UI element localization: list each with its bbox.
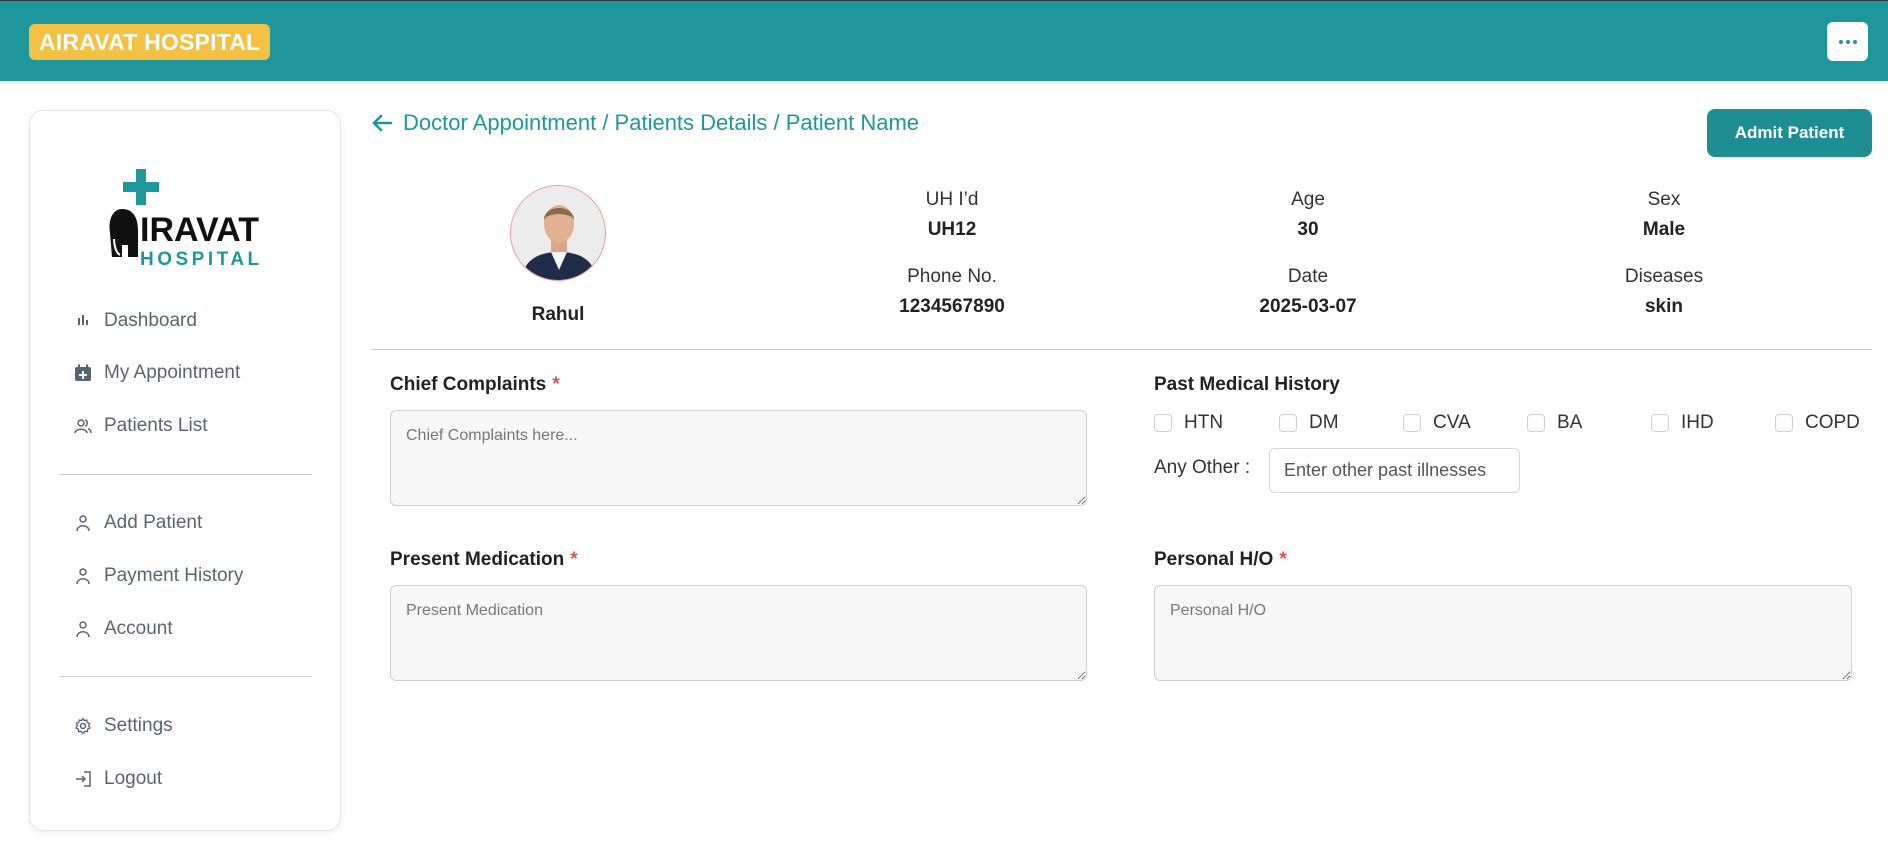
present-medication-label: Present Medication *	[390, 549, 578, 571]
personal-ho-label: Personal H/O *	[1154, 549, 1287, 571]
calendar-plus-icon	[75, 364, 91, 381]
info-value: Male	[1642, 219, 1686, 240]
logo-cross-h	[123, 182, 159, 192]
user-icon	[76, 515, 90, 532]
breadcrumb: Doctor Appointment / Patients Details / …	[371, 110, 919, 136]
checkbox-box[interactable]	[1279, 414, 1297, 432]
checkbox-label: CVA	[1433, 412, 1471, 433]
sidebar-item-payment-history[interactable]: Payment History	[74, 561, 243, 591]
checkbox-ba[interactable]: BA	[1527, 412, 1582, 434]
sidebar: IRAVAT HOSPITAL Dashboard My Appointment…	[29, 110, 341, 831]
sidebar-item-my-appointment[interactable]: My Appointment	[74, 358, 240, 388]
checkbox-label: IHD	[1681, 412, 1714, 433]
checkbox-cva[interactable]: CVA	[1403, 412, 1471, 434]
gear-icon	[75, 717, 91, 735]
checkbox-dm[interactable]: DM	[1279, 412, 1339, 434]
present-medication-textarea[interactable]	[390, 585, 1087, 681]
required-mark: *	[570, 549, 578, 570]
required-mark: *	[1279, 549, 1287, 570]
sidebar-item-label: Settings	[104, 715, 173, 736]
airavat-logo[interactable]: IRAVAT HOSPITAL	[108, 169, 268, 279]
checkbox-copd[interactable]: COPD	[1775, 412, 1860, 434]
info-label: Sex	[1647, 189, 1681, 210]
any-other-label: Any Other :	[1154, 457, 1251, 478]
checkbox-box[interactable]	[1651, 414, 1669, 432]
brand-badge[interactable]: AIRAVAT HOSPITAL	[29, 24, 271, 60]
ellipsis-icon	[1838, 39, 1843, 44]
sidebar-item-add-patient[interactable]: Add Patient	[74, 508, 202, 538]
info-age: Age 30	[1198, 189, 1418, 241]
checkbox-box[interactable]	[1775, 414, 1793, 432]
sidebar-item-logout[interactable]: Logout	[74, 764, 162, 794]
sidebar-item-account[interactable]: Account	[74, 614, 173, 644]
field-label-text: Personal H/O	[1154, 549, 1274, 570]
arrow-left-icon[interactable]	[371, 112, 393, 134]
info-phone: Phone No. 1234567890	[842, 266, 1062, 318]
chief-complaints-label: Chief Complaints *	[390, 374, 560, 396]
logo-text-line2: HOSPITAL	[140, 249, 263, 270]
checkbox-box[interactable]	[1154, 414, 1172, 432]
top-bar: AIRAVAT HOSPITAL	[0, 0, 1888, 81]
checkbox-label: BA	[1557, 412, 1583, 433]
user-icon	[76, 621, 90, 638]
field-label-text: Chief Complaints	[390, 374, 547, 395]
chief-complaints-textarea[interactable]	[390, 410, 1087, 506]
info-value: UH12	[927, 219, 977, 240]
users-icon	[74, 419, 92, 434]
info-date: Date 2025-03-07	[1198, 266, 1418, 318]
checkbox-box[interactable]	[1527, 414, 1545, 432]
required-mark: *	[552, 374, 560, 395]
checkbox-label: HTN	[1184, 412, 1224, 433]
user-icon	[76, 568, 90, 585]
bar-chart-icon	[78, 315, 88, 325]
field-label-text: Present Medication	[390, 549, 565, 570]
ellipsis-icon-dot	[1845, 39, 1850, 44]
checkbox-label: COPD	[1805, 412, 1860, 433]
sidebar-item-label: Dashboard	[104, 310, 197, 331]
personal-ho-textarea[interactable]	[1154, 585, 1852, 681]
logout-icon	[76, 771, 91, 787]
past-medical-history-label: Past Medical History	[1154, 374, 1340, 395]
info-label: Date	[1287, 266, 1329, 287]
patient-avatar	[510, 185, 606, 281]
logo-elephant	[109, 209, 138, 257]
breadcrumb-text[interactable]: Doctor Appointment / Patients Details / …	[403, 110, 919, 136]
sidebar-item-label: Payment History	[104, 565, 244, 586]
sidebar-item-label: Account	[104, 618, 173, 639]
patient-name: Rahul	[531, 304, 585, 325]
sidebar-item-label: Logout	[104, 768, 163, 789]
more-options-button[interactable]	[1827, 22, 1868, 61]
section-divider	[371, 349, 1872, 350]
info-label: Diseases	[1624, 266, 1704, 287]
sidebar-item-settings[interactable]: Settings	[74, 711, 173, 741]
sidebar-divider	[59, 676, 312, 677]
info-label: Age	[1291, 189, 1325, 210]
sidebar-divider	[59, 474, 312, 475]
other-illness-input[interactable]	[1269, 448, 1520, 493]
info-value: 1234567890	[899, 296, 1005, 317]
info-sex: Sex Male	[1554, 189, 1774, 241]
admit-patient-button[interactable]: Admit Patient	[1707, 109, 1872, 157]
sidebar-item-dashboard[interactable]: Dashboard	[74, 306, 197, 336]
sidebar-item-label: Patients List	[104, 415, 208, 436]
sidebar-item-label: Add Patient	[104, 512, 203, 533]
checkbox-label: DM	[1309, 412, 1339, 433]
patient-photo	[511, 186, 605, 280]
checkbox-box[interactable]	[1403, 414, 1421, 432]
ellipsis-icon-dot	[1852, 39, 1857, 44]
checkbox-htn[interactable]: HTN	[1154, 412, 1223, 434]
info-uhid: UH I’d UH12	[842, 189, 1062, 241]
info-label: Phone No.	[907, 266, 997, 287]
sidebar-item-label: My Appointment	[104, 362, 241, 383]
info-value: 2025-03-07	[1259, 296, 1357, 317]
info-label: UH I’d	[925, 189, 979, 210]
info-diseases: Diseases skin	[1554, 266, 1774, 318]
info-value: skin	[1644, 296, 1684, 317]
sidebar-item-patients-list[interactable]: Patients List	[74, 411, 208, 441]
info-value: 30	[1297, 219, 1319, 240]
logo-text-line1: IRAVAT	[140, 211, 259, 249]
checkbox-ihd[interactable]: IHD	[1651, 412, 1714, 434]
